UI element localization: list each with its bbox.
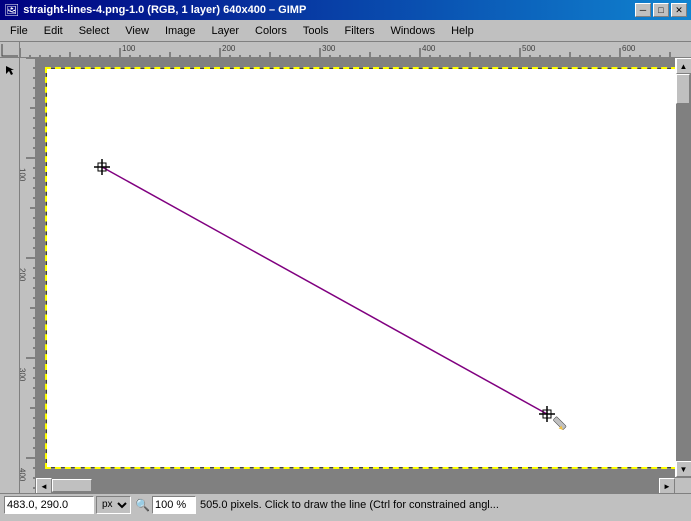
zoom-icon: 🔍 — [135, 498, 150, 512]
minimize-button[interactable]: ─ — [635, 3, 651, 17]
menu-filters[interactable]: Filters — [337, 23, 383, 39]
ruler-corner — [0, 42, 20, 58]
menu-windows[interactable]: Windows — [382, 23, 443, 39]
scrollbar-bottom: ◄ ► — [36, 477, 691, 493]
scroll-track-horizontal[interactable] — [52, 478, 659, 493]
menu-view[interactable]: View — [117, 23, 157, 39]
menu-tools[interactable]: Tools — [295, 23, 337, 39]
close-button[interactable]: ✕ — [671, 3, 687, 17]
scroll-left-button[interactable]: ◄ — [36, 478, 52, 493]
menu-help[interactable]: Help — [443, 23, 482, 39]
menu-file[interactable]: File — [2, 23, 36, 39]
scroll-down-button[interactable]: ▼ — [676, 461, 691, 477]
svg-text:300: 300 — [322, 44, 336, 53]
maximize-button[interactable]: □ — [653, 3, 669, 17]
menu-select[interactable]: Select — [71, 23, 118, 39]
status-bar: px 🔍 505.0 pixels. Click to draw the lin… — [0, 493, 691, 515]
canvas-drawing — [47, 69, 675, 467]
svg-text:300: 300 — [20, 368, 27, 382]
start-cursor — [94, 159, 110, 175]
unit-select[interactable]: px — [96, 496, 131, 514]
end-cursor — [539, 406, 566, 431]
ruler-horizontal: 100 200 300 400 500 600 — [20, 42, 691, 58]
ruler-top-container: 100 200 300 400 500 600 — [0, 42, 691, 58]
coords-display: px — [4, 496, 131, 514]
menu-edit[interactable]: Edit — [36, 23, 71, 39]
svg-text:100: 100 — [122, 44, 136, 53]
canvas-row: ▲ ▼ — [36, 58, 691, 477]
coords-field[interactable] — [4, 496, 94, 514]
canvas-with-rulers: 100 200 300 400 — [20, 58, 691, 493]
svg-text:600: 600 — [622, 44, 636, 53]
ruler-vertical: 100 200 300 400 — [20, 58, 36, 493]
canvas-container[interactable] — [36, 58, 675, 477]
svg-text:400: 400 — [20, 468, 27, 482]
menu-image[interactable]: Image — [157, 23, 204, 39]
scroll-right-button[interactable]: ► — [659, 478, 675, 493]
image-canvas[interactable] — [46, 68, 675, 468]
zoom-display: 🔍 — [135, 496, 196, 514]
svg-text:200: 200 — [222, 44, 236, 53]
scroll-track-vertical[interactable] — [676, 74, 691, 461]
scroll-thumb-vertical[interactable] — [676, 74, 690, 104]
status-message: 505.0 pixels. Click to draw the line (Ct… — [200, 499, 687, 511]
left-toolbar — [0, 58, 20, 493]
zoom-field[interactable] — [152, 496, 196, 514]
scroll-up-button[interactable]: ▲ — [676, 58, 691, 74]
title-buttons: ─ □ ✕ — [635, 3, 687, 17]
svg-text:100: 100 — [20, 168, 27, 182]
menu-layer[interactable]: Layer — [204, 23, 248, 39]
main-layout: 100 200 300 400 — [0, 58, 691, 493]
canvas-and-scrollbar: ▲ ▼ ◄ ► — [36, 58, 691, 493]
svg-text:400: 400 — [422, 44, 436, 53]
svg-text:200: 200 — [20, 268, 27, 282]
canvas-area-wrapper: 100 200 300 400 — [20, 58, 691, 493]
menu-colors[interactable]: Colors — [247, 23, 295, 39]
scrollbar-right: ▲ ▼ — [675, 58, 691, 477]
scroll-corner — [675, 478, 691, 493]
title-bar: 🖼 straight-lines-4.png-1.0 (RGB, 1 layer… — [0, 0, 691, 20]
svg-text:500: 500 — [522, 44, 536, 53]
scroll-thumb-horizontal[interactable] — [52, 479, 92, 492]
menu-bar: File Edit Select View Image Layer Colors… — [0, 20, 691, 42]
window-title: straight-lines-4.png-1.0 (RGB, 1 layer) … — [23, 4, 306, 16]
tool-icon[interactable] — [2, 62, 18, 78]
